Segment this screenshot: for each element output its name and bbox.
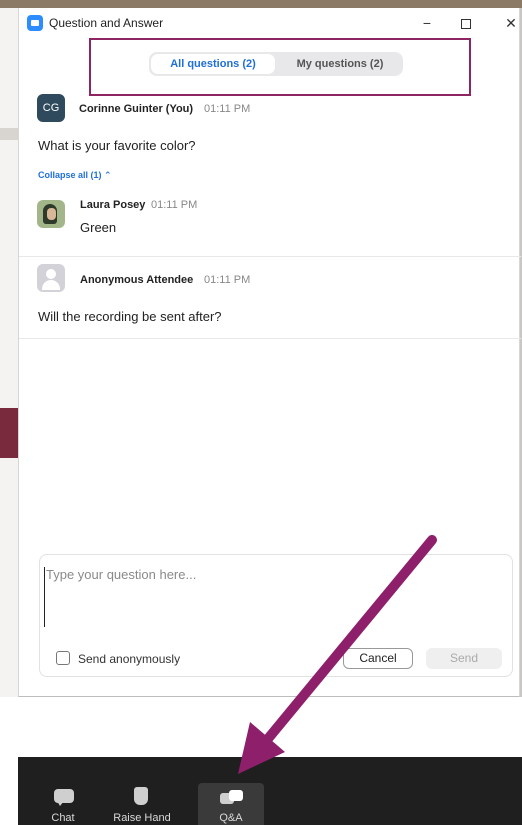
asker-name: Corinne Guinter (You) [79, 103, 194, 115]
send-anonymously-label[interactable]: Send anonymously [78, 652, 180, 666]
background-screen-bottom [0, 697, 522, 757]
raise-hand-label: Raise Hand [113, 812, 171, 824]
chat-icon [54, 789, 74, 806]
maximize-button[interactable] [451, 12, 481, 34]
question-text: Will the recording be sent after? [38, 309, 222, 324]
background-stripe [0, 128, 18, 140]
tab-my-questions[interactable]: My questions (2) [279, 54, 401, 74]
title-bar[interactable]: Question and Answer − ✕ [19, 8, 521, 38]
answer-text: Green [80, 220, 117, 235]
qa-label: Q&A [219, 812, 243, 824]
qa-button[interactable]: Q&A [198, 783, 264, 825]
message-time: 01:11 PM [204, 274, 251, 286]
message-time: 01:11 PM [151, 199, 198, 211]
raise-hand-button[interactable]: Raise Hand [110, 757, 174, 825]
close-button[interactable]: ✕ [496, 12, 522, 34]
background-stripe [0, 408, 18, 458]
qa-window: Question and Answer − ✕ All questions (2… [18, 8, 521, 697]
question-tabs: All questions (2) My questions (2) [149, 52, 403, 76]
hand-icon [134, 787, 148, 805]
minimize-button[interactable]: − [412, 12, 442, 34]
avatar-body [42, 280, 60, 290]
compose-box: Send anonymously Cancel Send [39, 554, 513, 677]
send-anonymously-checkbox[interactable] [56, 651, 70, 665]
chat-button[interactable]: Chat [42, 757, 84, 825]
answerer-name: Laura Posey [80, 199, 146, 211]
window-title: Question and Answer [49, 16, 164, 30]
zoom-app-icon [27, 15, 43, 31]
avatar-head [46, 269, 56, 279]
divider [19, 338, 521, 339]
anonymous-avatar-icon [37, 264, 65, 292]
qa-icon-bubble [229, 790, 243, 801]
avatar-photo-face [47, 208, 56, 220]
qa-icon [220, 790, 244, 806]
avatar [37, 200, 65, 228]
send-button[interactable]: Send [426, 648, 502, 669]
background-screen-left [0, 8, 18, 698]
meeting-toolbar: Chat Raise Hand Q&A [18, 757, 522, 825]
question-input[interactable] [44, 567, 504, 627]
tab-all-questions[interactable]: All questions (2) [151, 54, 275, 74]
asker-name: Anonymous Attendee [80, 274, 194, 286]
question-text: What is your favorite color? [38, 138, 196, 153]
collapse-all-link[interactable]: Collapse all (1) ⌃ [38, 170, 112, 181]
divider [19, 256, 521, 257]
chat-label: Chat [51, 812, 75, 824]
background-screen-top [0, 0, 522, 8]
avatar: CG [37, 94, 65, 122]
message-time: 01:11 PM [204, 103, 251, 115]
cancel-button[interactable]: Cancel [343, 648, 413, 669]
maximize-icon [461, 19, 471, 30]
